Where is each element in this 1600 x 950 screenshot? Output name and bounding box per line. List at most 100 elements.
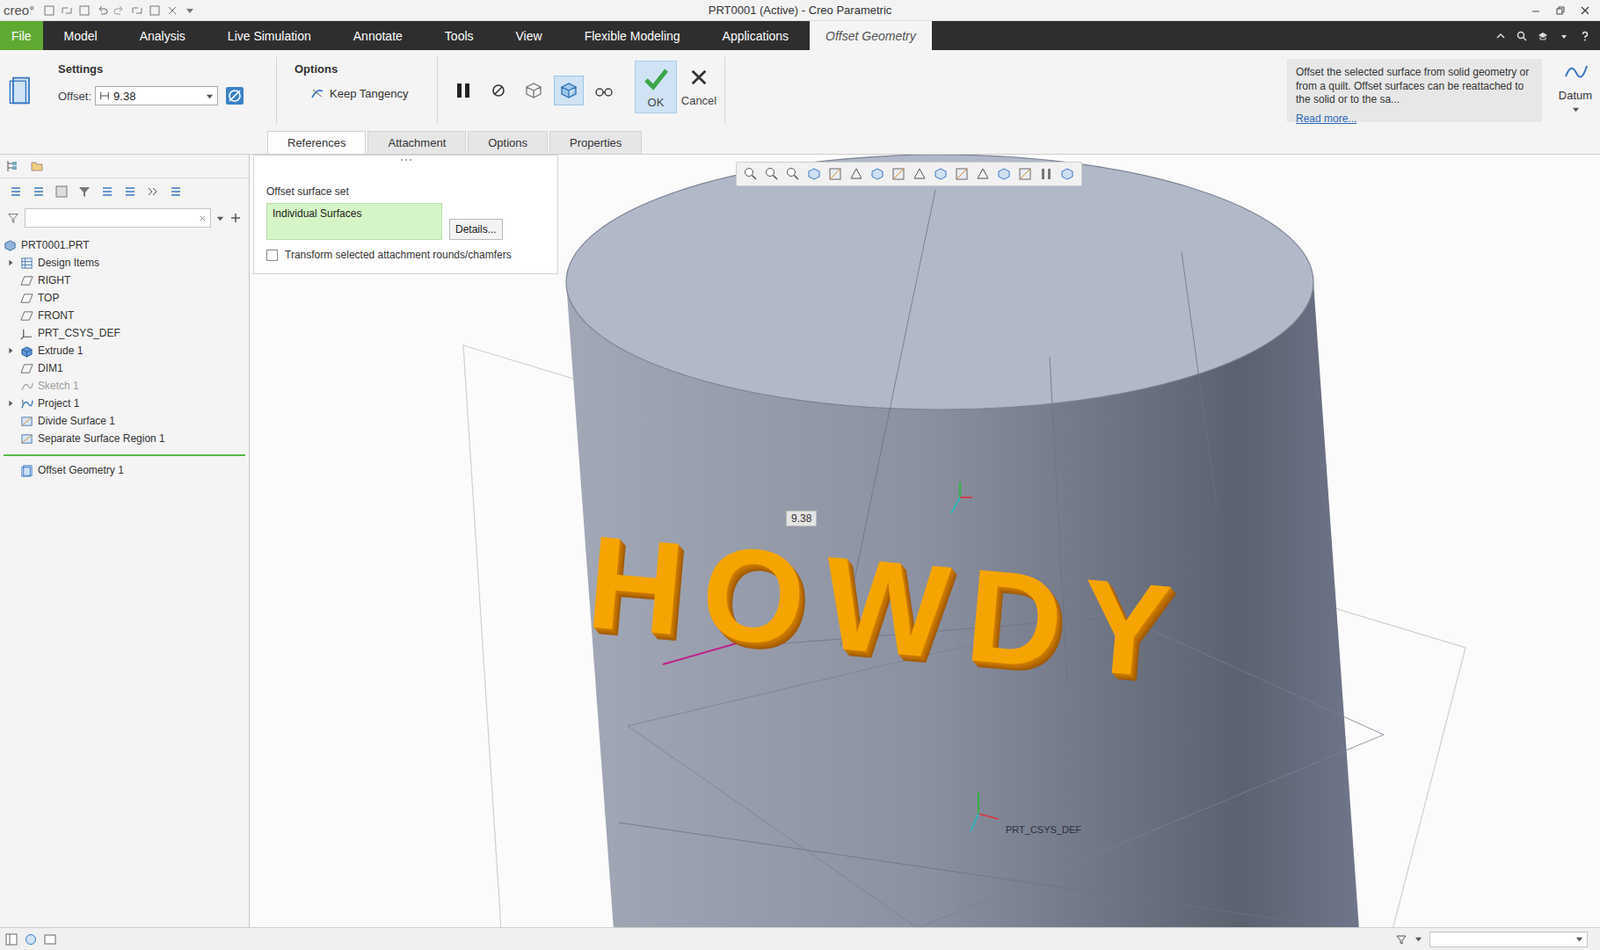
repaint-icon[interactable] [806,166,822,182]
status-dropdown-icon[interactable] [1414,935,1423,944]
ribbon-tab[interactable]: Flexible Modeling [563,21,702,51]
geometry-preview-button[interactable] [553,75,584,106]
browser-icon[interactable] [24,933,37,946]
cylinder-top[interactable] [566,154,1314,410]
spin-icon[interactable] [996,166,1012,182]
transform-checkbox[interactable] [266,249,278,262]
transform-checkbox-row[interactable]: Transform selected attachment rounds/cha… [266,248,546,262]
more-icon[interactable] [183,4,197,17]
tree-item[interactable]: TOP [0,289,249,307]
ribbon-tab[interactable]: Annotate [332,21,424,51]
display-icon[interactable] [869,166,886,182]
csys-icon[interactable] [974,166,991,182]
expand-arrow-icon[interactable] [7,259,15,267]
ribbon-tab[interactable]: Model [43,21,119,51]
add-icon[interactable] [229,211,242,225]
ribbon-tab[interactable]: Offset Geometry [809,21,932,51]
details-button[interactable]: Details... [449,218,503,240]
tree-item[interactable]: Divide Surface 1 [0,412,249,430]
tree-item[interactable]: Sketch 1 [0,377,249,395]
ribbon-tab[interactable]: Analysis [118,21,207,51]
folder-browser-icon[interactable] [29,159,44,174]
dashboard-tab[interactable]: References [267,130,366,154]
windows-icon[interactable] [148,4,161,17]
annot-icon[interactable] [1017,166,1033,182]
dropdown-icon[interactable] [1557,29,1571,43]
ribbon-tab[interactable]: Tools [423,21,495,51]
tree-item[interactable]: Offset Geometry 1 [0,461,249,480]
fullscreen-icon[interactable] [43,933,57,946]
verify-button[interactable] [589,75,619,106]
zoom-out-icon[interactable] [785,166,801,182]
open-icon[interactable] [60,4,73,17]
perspective-icon[interactable] [890,166,907,182]
list2-icon[interactable] [31,184,46,199]
minimize-icon[interactable] [1529,4,1542,17]
offset-field[interactable]: 9.38 [94,86,219,106]
new-icon[interactable] [43,4,56,17]
save-icon[interactable] [78,4,91,17]
datum-group[interactable]: Datum [1550,50,1600,131]
points-icon[interactable] [953,166,970,182]
regen-icon[interactable] [130,4,144,17]
cancel-button[interactable]: Cancel [678,60,720,114]
expand-arrow-icon[interactable] [7,400,15,408]
dashboard-tab[interactable]: Attachment [367,130,466,154]
offset-dimension[interactable]: 9.38 [785,510,817,527]
tree-item[interactable]: Extrude 1 [0,341,249,360]
close-icon[interactable] [166,4,179,17]
filter-dropdown-icon[interactable] [1575,935,1584,944]
list-icon[interactable] [8,184,23,199]
model-tree-icon[interactable] [5,159,20,174]
close-icon[interactable] [1578,4,1592,17]
feature-preview-button[interactable] [518,75,549,106]
section-icon[interactable] [911,166,928,182]
orient-icon[interactable] [827,166,844,182]
page-icon[interactable] [168,184,183,199]
more-icon[interactable] [1059,166,1076,182]
zoom-in-icon[interactable] [763,166,780,182]
tree-item[interactable]: PRT_CSYS_DEF [0,324,249,342]
flip-direction-icon[interactable] [225,86,245,106]
cols-icon[interactable] [123,184,138,199]
tree-item[interactable]: Separate Surface Region 1 [0,429,249,448]
search-filter-icon[interactable] [7,211,20,225]
dropdown-arrow-icon[interactable] [205,92,214,101]
table-icon[interactable] [100,184,115,199]
saved-views-icon[interactable] [848,166,865,182]
grid-icon[interactable] [54,184,69,199]
community-icon[interactable] [1536,29,1550,43]
more-icon[interactable] [145,184,160,199]
keep-tangency-button[interactable]: Keep Tangency [294,86,427,101]
ribbon-tab[interactable]: Live Simulation [206,21,333,51]
dashboard-tab[interactable]: Properties [549,130,642,154]
refit-icon[interactable] [742,166,759,182]
search-icon[interactable] [1515,29,1528,43]
expand-arrow-icon[interactable] [7,347,15,355]
selection-filter-icon[interactable] [1395,933,1408,946]
read-more-link[interactable]: Read more... [1295,112,1534,127]
graphics-area[interactable]: Offset surface setIndividual SurfacesDet… [249,154,1600,928]
dashboard-tab[interactable]: Options [467,130,548,154]
navigator-icon[interactable] [5,933,18,946]
tree-item[interactable]: PRT0001.PRT [0,236,249,255]
pause-button[interactable] [448,75,479,106]
stop-button[interactable] [483,75,514,106]
panel-grip[interactable] [266,159,546,165]
search-dropdown-icon[interactable] [216,214,225,223]
ribbon-tab[interactable]: Applications [701,21,811,51]
offset-surface-set-collector[interactable]: Individual Surfaces [266,203,443,240]
selection-filter-dropdown[interactable] [1429,931,1588,948]
clear-icon[interactable] [198,214,207,223]
undo-icon[interactable] [95,4,109,17]
ribbon-tab[interactable]: File [0,21,44,51]
tree-item[interactable]: FRONT [0,306,249,325]
restore-icon[interactable] [1554,4,1567,17]
tree-item[interactable]: DIM1 [0,359,249,378]
datum-icon[interactable] [932,166,949,182]
redo-icon[interactable] [113,4,126,17]
tree-item[interactable]: Project 1 [0,394,249,413]
tree-item[interactable]: RIGHT [0,271,249,290]
tree-search-field[interactable] [24,208,211,228]
tree-item[interactable]: Design Items [0,254,249,272]
